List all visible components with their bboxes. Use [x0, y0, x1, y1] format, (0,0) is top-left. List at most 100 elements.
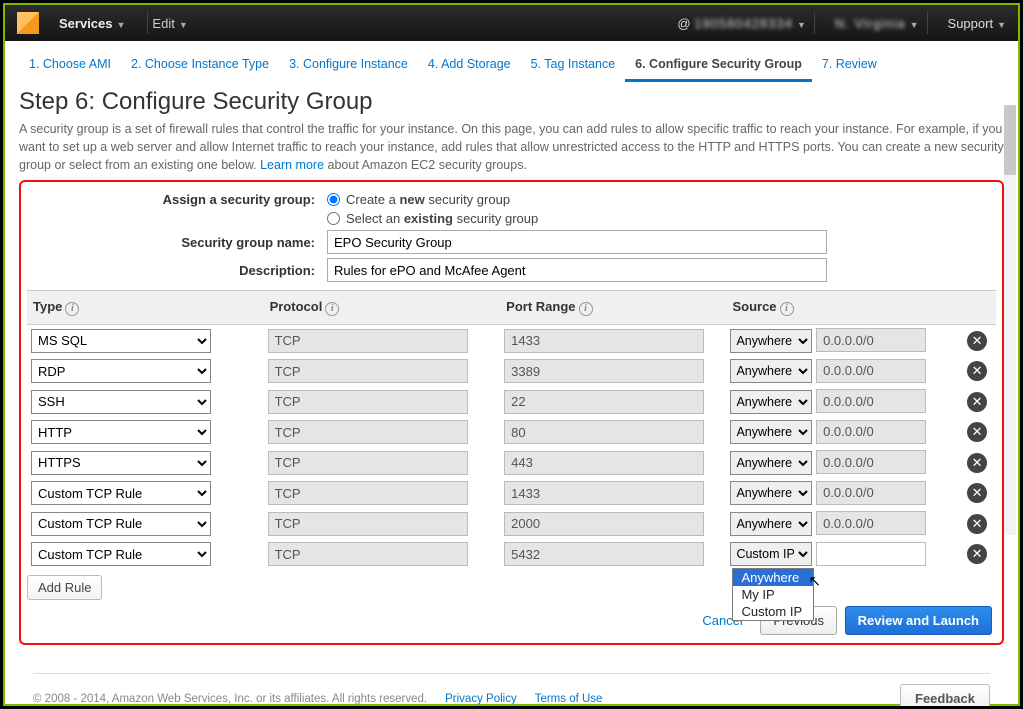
sg-name-label: Security group name:: [27, 235, 327, 250]
rule-type-select[interactable]: SSH: [31, 390, 211, 414]
terms-of-use-link[interactable]: Terms of Use: [535, 693, 603, 705]
rule-source-select[interactable]: Anywhere: [730, 420, 812, 444]
rule-port-field: [504, 420, 704, 444]
rule-protocol-field: [268, 390, 468, 414]
select-existing-sg-label: Select an existing security group: [346, 211, 538, 226]
feedback-button[interactable]: Feedback: [900, 684, 990, 709]
services-menu[interactable]: Services▼: [59, 16, 125, 31]
rule-type-select[interactable]: Custom TCP Rule: [31, 481, 211, 505]
rule-source-select[interactable]: Custom IP: [730, 542, 812, 566]
create-new-sg-radio[interactable]: [327, 193, 340, 206]
rule-type-select[interactable]: RDP: [31, 359, 211, 383]
rule-type-select[interactable]: HTTP: [31, 420, 211, 444]
info-icon[interactable]: i: [65, 302, 79, 316]
dropdown-option-my-ip[interactable]: My IP: [733, 586, 813, 603]
edit-menu[interactable]: Edit▼: [152, 16, 187, 31]
rule-protocol-field: [268, 420, 468, 444]
sg-description-input[interactable]: [327, 258, 827, 282]
remove-rule-button[interactable]: ✕: [967, 514, 987, 534]
rule-source-select[interactable]: Anywhere: [730, 451, 812, 475]
dropdown-option-custom-ip[interactable]: Custom IP: [733, 603, 813, 620]
rule-cidr-input: [816, 481, 926, 505]
account-menu[interactable]: @ 190580428334▼: [677, 16, 806, 31]
nav-divider: [927, 12, 928, 34]
remove-rule-button[interactable]: ✕: [967, 392, 987, 412]
nav-divider: [814, 12, 815, 34]
add-rule-button[interactable]: Add Rule: [27, 575, 102, 600]
remove-rule-button[interactable]: ✕: [967, 483, 987, 503]
rule-row: MS SQL Anywhere ✕: [27, 325, 996, 356]
rule-source-select[interactable]: Anywhere: [730, 329, 812, 353]
rule-row: RDP Anywhere ✕: [27, 356, 996, 387]
rule-type-select[interactable]: MS SQL: [31, 329, 211, 353]
rule-type-select[interactable]: Custom TCP Rule: [31, 542, 211, 566]
step-choose-instance-type[interactable]: 2. Choose Instance Type: [121, 51, 279, 82]
rule-cidr-input: [816, 450, 926, 474]
info-icon[interactable]: i: [780, 302, 794, 316]
step-configure-security-group[interactable]: 6. Configure Security Group: [625, 51, 812, 82]
info-icon[interactable]: i: [579, 302, 593, 316]
rule-row: HTTP Anywhere ✕: [27, 417, 996, 448]
rule-protocol-field: [268, 542, 468, 566]
remove-rule-button[interactable]: ✕: [967, 331, 987, 351]
learn-more-link[interactable]: Learn more: [260, 158, 324, 172]
rule-port-field: [504, 451, 704, 475]
rule-port-field: [504, 390, 704, 414]
region-menu[interactable]: N. Virginia▼: [835, 16, 919, 31]
col-type: Typei: [27, 291, 264, 325]
rule-port-field: [504, 329, 704, 353]
rule-cidr-input: [816, 328, 926, 352]
review-and-launch-button[interactable]: Review and Launch: [845, 606, 992, 635]
rule-source-select[interactable]: Anywhere: [730, 359, 812, 383]
rule-source-select[interactable]: Anywhere: [730, 481, 812, 505]
support-menu[interactable]: Support▼: [948, 16, 1006, 31]
step-add-storage[interactable]: 4. Add Storage: [418, 51, 521, 82]
remove-rule-button[interactable]: ✕: [967, 361, 987, 381]
rule-row: HTTPS Anywhere ✕: [27, 447, 996, 478]
step-tag-instance[interactable]: 5. Tag Instance: [521, 51, 626, 82]
create-new-sg-label: Create a new security group: [346, 192, 510, 207]
rule-cidr-input: [816, 389, 926, 413]
annotation-box: Assign a security group: Create a new se…: [19, 180, 1004, 645]
col-port-range: Port Rangei: [500, 291, 726, 325]
remove-rule-button[interactable]: ✕: [967, 544, 987, 564]
rule-row: SSH Anywhere ✕: [27, 386, 996, 417]
aws-logo-icon[interactable]: [17, 12, 39, 34]
col-source: Sourcei: [726, 291, 996, 325]
rule-cidr-input: [816, 359, 926, 383]
rule-protocol-field: [268, 512, 468, 536]
rule-cidr-input[interactable]: [816, 542, 926, 566]
rule-cidr-input: [816, 420, 926, 444]
rule-cidr-input: [816, 511, 926, 535]
rule-row: Custom TCP Rule Custom IP ✕: [27, 539, 996, 570]
top-nav: Services▼ Edit▼ @ 190580428334▼ N. Virgi…: [5, 5, 1018, 41]
sg-name-input[interactable]: [327, 230, 827, 254]
rule-type-select[interactable]: HTTPS: [31, 451, 211, 475]
footer: © 2008 - 2014, Amazon Web Services, Inc.…: [33, 673, 990, 709]
page-description: A security group is a set of firewall ru…: [19, 120, 1004, 174]
step-review[interactable]: 7. Review: [812, 51, 887, 82]
wizard-steps: 1. Choose AMI 2. Choose Instance Type 3.…: [5, 41, 1018, 82]
copyright-text: © 2008 - 2014, Amazon Web Services, Inc.…: [33, 693, 427, 705]
remove-rule-button[interactable]: ✕: [967, 453, 987, 473]
info-icon[interactable]: i: [325, 302, 339, 316]
rule-port-field: [504, 542, 704, 566]
nav-divider: [147, 12, 148, 34]
rule-row: Custom TCP Rule Anywhere ✕: [27, 478, 996, 509]
source-dropdown-open[interactable]: Anywhere My IP Custom IP: [732, 568, 814, 621]
rule-protocol-field: [268, 451, 468, 475]
step-choose-ami[interactable]: 1. Choose AMI: [19, 51, 121, 82]
dropdown-option-anywhere[interactable]: Anywhere: [733, 569, 813, 586]
page-title: Step 6: Configure Security Group: [19, 88, 1004, 116]
rule-row: Custom TCP Rule Anywhere ✕: [27, 508, 996, 539]
remove-rule-button[interactable]: ✕: [967, 422, 987, 442]
rule-source-select[interactable]: Anywhere: [730, 390, 812, 414]
rule-type-select[interactable]: Custom TCP Rule: [31, 512, 211, 536]
sg-description-label: Description:: [27, 263, 327, 278]
rule-protocol-field: [268, 481, 468, 505]
step-configure-instance[interactable]: 3. Configure Instance: [279, 51, 418, 82]
rule-port-field: [504, 481, 704, 505]
rule-source-select[interactable]: Anywhere: [730, 512, 812, 536]
select-existing-sg-radio[interactable]: [327, 212, 340, 225]
privacy-policy-link[interactable]: Privacy Policy: [445, 693, 517, 705]
